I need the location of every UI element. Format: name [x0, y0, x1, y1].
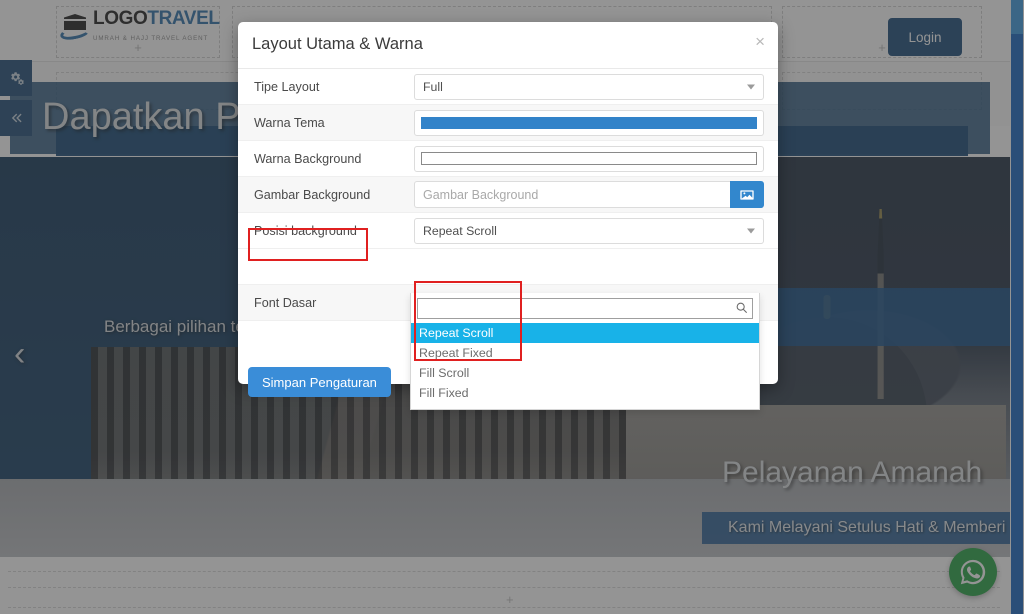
dropdown-search-input[interactable] [417, 298, 753, 319]
field-row-spacer [238, 249, 778, 285]
field-label-posisi-background: Posisi background [254, 223, 357, 238]
tipe-layout-select[interactable]: Full [414, 73, 764, 100]
field-row-tipe-layout: Tipe Layout Full [238, 69, 778, 105]
modal-title: Layout Utama & Warna [252, 35, 423, 53]
dropdown-option[interactable]: Repeat Scroll [411, 323, 759, 343]
field-label-font-dasar: Font Dasar [254, 295, 317, 310]
field-label-tipe-layout: Tipe Layout [254, 79, 320, 94]
search-icon [735, 301, 748, 319]
dropdown-option-list[interactable]: Repeat Scroll Repeat Fixed Fill Scroll Fill… [411, 323, 759, 403]
modal-body: Tipe Layout Full Warna Tema Warna Backgr… [238, 69, 778, 410]
field-row-posisi-background: Posisi background Repeat Scroll [238, 213, 778, 249]
page-root: + + LOGOTRAVEL UMRAH & HAJJ TRAVEL AGENT… [0, 0, 1024, 614]
modal-header: Layout Utama & Warna × [238, 22, 778, 69]
save-settings-button[interactable]: Simpan Pengaturan [248, 367, 391, 397]
warna-background-swatch [421, 152, 757, 165]
image-icon [740, 189, 754, 200]
posisi-background-value: Repeat Scroll [423, 223, 497, 238]
dropdown-option[interactable]: Repeat Fixed [411, 343, 759, 363]
gambar-background-browse-button[interactable] [730, 181, 764, 208]
warna-tema-color-picker[interactable] [414, 109, 764, 136]
chevron-down-icon [747, 228, 755, 233]
dropdown-search-wrapper [417, 298, 753, 319]
field-label-warna-tema: Warna Tema [254, 115, 325, 130]
field-row-warna-tema: Warna Tema [238, 105, 778, 141]
field-label-warna-background: Warna Background [254, 151, 362, 166]
posisi-background-select[interactable]: Repeat Scroll [414, 217, 764, 244]
dropdown-option[interactable]: Fill Scroll [411, 363, 759, 383]
chevron-down-icon [747, 84, 755, 89]
tipe-layout-value: Full [423, 79, 443, 94]
dropdown-option[interactable]: Fill Fixed [411, 383, 759, 403]
posisi-background-dropdown: Repeat Scroll Repeat Fixed Fill Scroll Fill… [410, 293, 760, 410]
warna-tema-swatch [421, 116, 757, 129]
field-row-gambar-background: Gambar Background [238, 177, 778, 213]
dropdown-bottom-padding [411, 403, 759, 409]
field-label-gambar-background: Gambar Background [254, 187, 371, 202]
gambar-background-input[interactable] [414, 181, 730, 208]
close-icon[interactable]: × [755, 33, 765, 50]
warna-background-color-picker[interactable] [414, 145, 764, 172]
layout-settings-modal: Layout Utama & Warna × Tipe Layout Full … [238, 22, 778, 410]
field-row-warna-background: Warna Background [238, 141, 778, 177]
